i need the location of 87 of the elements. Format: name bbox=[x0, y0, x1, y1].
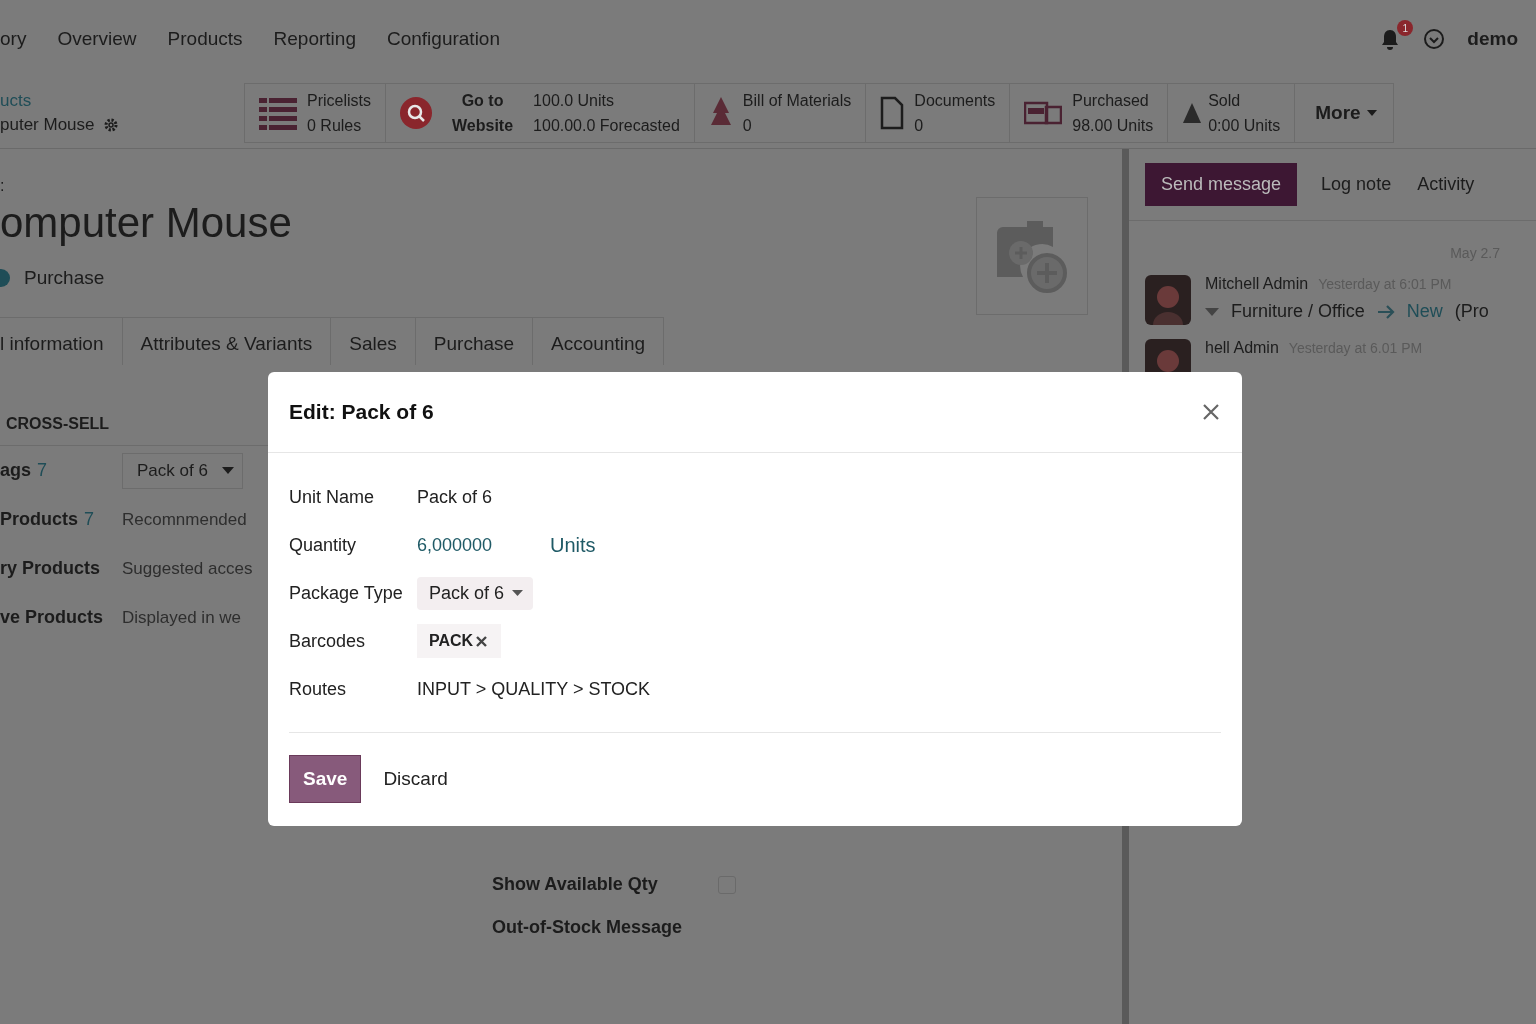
button-label: 100.0 Units bbox=[533, 91, 615, 111]
quantity-value[interactable]: 6,000000 bbox=[417, 534, 550, 556]
product-name: omputer Mouse bbox=[0, 199, 292, 247]
caret-icon bbox=[221, 467, 234, 474]
more-label: More bbox=[1315, 102, 1361, 124]
tab[interactable]: Sales bbox=[331, 317, 416, 365]
radio-icon[interactable] bbox=[0, 269, 10, 287]
field-label: : bbox=[0, 177, 6, 195]
close-icon[interactable] bbox=[1202, 403, 1220, 421]
notification-badge: 1 bbox=[1397, 20, 1414, 36]
smart-button[interactable]: Purchased 98.00 Units bbox=[1010, 84, 1169, 142]
triangle-icon bbox=[1182, 103, 1203, 123]
field-name: (Pro bbox=[1454, 301, 1489, 322]
button-label: Sold bbox=[1208, 91, 1242, 111]
button-label: Documents bbox=[914, 91, 996, 111]
chatter-button[interactable]: Activity bbox=[1415, 164, 1477, 205]
smart-button[interactable]: Sold 0:00 Units bbox=[1168, 84, 1296, 142]
button-label: Bill of Materials bbox=[742, 91, 852, 111]
field-value: INPUT > QUALITY > STOCK bbox=[417, 678, 651, 700]
list-icon bbox=[259, 96, 297, 130]
smart-button[interactable]: Go to Website 100.0 Units 100.00.0 Forecasted bbox=[386, 84, 695, 142]
old-value: Furniture / Office bbox=[1231, 301, 1365, 322]
menu-item[interactable]: ory bbox=[0, 28, 27, 50]
tab[interactable]: Purchase bbox=[415, 317, 534, 365]
button-label: 100.00.0 Forecasted bbox=[533, 116, 680, 136]
placeholder-text: Displayed in we bbox=[122, 607, 242, 628]
select-field[interactable]: Pack of 6 bbox=[417, 576, 534, 610]
search-icon bbox=[400, 97, 432, 129]
unit-link[interactable]: Units bbox=[550, 533, 596, 557]
smart-button[interactable]: Documents 0 bbox=[866, 84, 1011, 142]
remove-icon[interactable] bbox=[476, 635, 488, 647]
button-label: Pricelists bbox=[307, 91, 371, 111]
tab[interactable]: Attributes & Variants bbox=[122, 317, 332, 365]
caret-icon bbox=[512, 590, 524, 596]
dialog-button[interactable]: Save bbox=[289, 755, 362, 803]
select-field[interactable]: Pack of 6 bbox=[122, 452, 243, 489]
author-name: Mitchell Admin bbox=[1205, 275, 1309, 293]
button-label: Purchased bbox=[1072, 91, 1150, 111]
smart-button[interactable]: More bbox=[1295, 84, 1393, 142]
chatter-button[interactable]: Log note bbox=[1319, 164, 1394, 205]
caret-icon bbox=[1205, 307, 1219, 316]
button-label: 98.00 Units bbox=[1072, 116, 1154, 136]
chatter-button[interactable]: Send message bbox=[1145, 163, 1298, 206]
user-name[interactable]: demo bbox=[1467, 28, 1518, 50]
menu-item[interactable]: Configuration bbox=[386, 28, 500, 50]
new-value: New bbox=[1406, 301, 1443, 322]
field-label: ry Products bbox=[0, 558, 101, 579]
field-label: Routes bbox=[289, 678, 348, 700]
smart-button[interactable]: Pricelists 0 Rules bbox=[245, 84, 386, 142]
menu-item[interactable]: Overview bbox=[57, 28, 137, 50]
author-name: hell Admin bbox=[1205, 339, 1279, 357]
cards-icon bbox=[1024, 99, 1063, 127]
button-label: 0 bbox=[742, 116, 753, 136]
arrow-icon bbox=[1376, 303, 1395, 320]
button-label: 0 bbox=[914, 116, 925, 136]
field-label: ve Products bbox=[0, 607, 104, 628]
field-label: Products bbox=[0, 509, 78, 530]
field-label: Show Available Qty bbox=[492, 874, 658, 895]
field-label: Package Type bbox=[289, 582, 404, 604]
button-label: 0 Rules bbox=[307, 116, 363, 136]
clock-icon[interactable] bbox=[1423, 28, 1446, 50]
field-label: Out-of-Stock Message bbox=[492, 917, 683, 938]
menu-item[interactable]: Products bbox=[167, 28, 243, 50]
field-label: Quantity bbox=[289, 534, 358, 556]
avatar-icon bbox=[1145, 275, 1191, 325]
breadcrumb-link[interactable]: ucts bbox=[0, 91, 244, 111]
menu-item[interactable]: Reporting bbox=[273, 28, 356, 50]
caret-icon bbox=[1366, 110, 1377, 116]
gear-icon[interactable] bbox=[102, 117, 119, 133]
smart-button[interactable]: Bill of Materials 0 bbox=[694, 84, 867, 142]
button-label: Website bbox=[452, 116, 514, 136]
option-label: Purchase bbox=[24, 267, 105, 289]
count-label: 7 bbox=[84, 509, 95, 530]
tab[interactable]: l information bbox=[0, 317, 123, 365]
field-value: Pack of 6 bbox=[417, 486, 493, 508]
field-label: ags bbox=[0, 460, 32, 481]
field-label: Unit Name bbox=[289, 486, 376, 508]
field-label: Barcodes bbox=[289, 630, 367, 652]
placeholder-text: Suggested acces bbox=[122, 558, 253, 579]
dialog-button[interactable]: Discard bbox=[381, 756, 450, 802]
placeholder-text: Recomnmended bbox=[122, 509, 247, 530]
breadcrumb-current: puter Mouse bbox=[0, 115, 95, 135]
button-label: Go to bbox=[461, 91, 504, 111]
count-label: 7 bbox=[37, 460, 48, 481]
button-label: 0:00 Units bbox=[1208, 116, 1281, 136]
tab[interactable]: Accounting bbox=[533, 317, 665, 365]
document-icon bbox=[880, 96, 905, 130]
